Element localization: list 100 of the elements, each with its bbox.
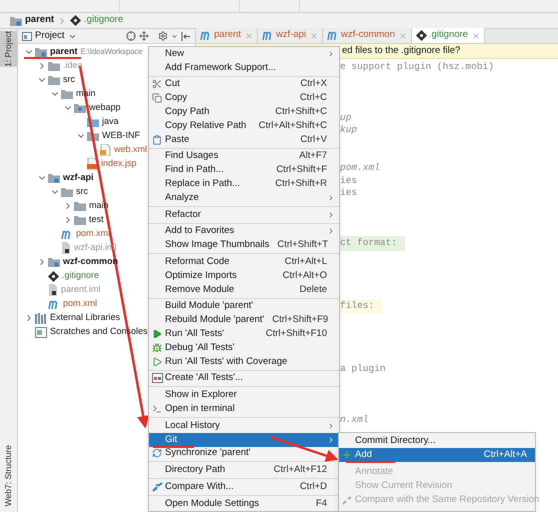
menu-item[interactable]: Refactor [149, 208, 339, 222]
menu-item[interactable]: New [149, 47, 339, 61]
gitignore-icon [416, 30, 427, 41]
menu-item[interactable]: Optimize Imports Ctrl+Alt+O [149, 268, 339, 283]
menu-item[interactable]: Rebuild Module 'parent' Ctrl+Shift+F9 [149, 313, 339, 328]
breadcrumb-item[interactable]: parent [25, 13, 54, 28]
menu-item[interactable]: Git [149, 432, 339, 447]
tool-window-tab[interactable]: 7: Structure [0, 444, 17, 489]
menu-item[interactable]: Create 'All Tests'... [149, 372, 339, 386]
tree-item[interactable]: pom.xml [76, 227, 110, 241]
menu-item[interactable]: Cut Ctrl+X [149, 78, 339, 92]
menu-item[interactable]: Copy Relative Path Ctrl+Alt+Shift+C [149, 118, 339, 133]
folder-icon [10, 16, 22, 26]
code-text: pom.xml [340, 160, 381, 175]
scissors-icon [152, 79, 162, 90]
shortcut-label: Ctrl+X [300, 77, 327, 92]
coverage-icon [152, 356, 162, 367]
folder-icon [48, 61, 60, 71]
tree-item[interactable]: java [102, 115, 119, 129]
shortcut-label: Ctrl+V [300, 132, 327, 147]
tree-item[interactable]: WEB-INF [102, 129, 140, 143]
tree-item[interactable]: .gitignore [62, 269, 100, 283]
expand-collapse-icon[interactable] [139, 31, 149, 41]
folder-icon [74, 215, 86, 225]
annotation-underline [346, 461, 395, 463]
menu-item[interactable]: Debug 'All Tests' [149, 340, 339, 355]
settings-icon[interactable] [158, 31, 168, 41]
menu-item[interactable]: Run 'All Tests' Ctrl+Shift+F10 [149, 327, 339, 341]
tree-item[interactable]: index.jsp [101, 157, 137, 171]
menu-item[interactable]: Analyze [149, 190, 339, 205]
shortcut-label: Ctrl+Shift+C [275, 104, 327, 119]
menu-item[interactable]: Add to Favorites [149, 224, 339, 238]
hide-panel-icon[interactable] [181, 32, 191, 40]
menu-item[interactable]: Directory Path Ctrl+Alt+F12 [149, 463, 339, 478]
shortcut-label: Delete [300, 282, 327, 297]
tree-item[interactable]: wzf-api [63, 171, 94, 185]
menu-item[interactable]: Reformat Code Ctrl+Alt+L [149, 255, 339, 269]
libraries-icon [35, 312, 47, 324]
shortcut-label: Ctrl+Shift+R [275, 176, 327, 191]
menu-item[interactable]: Add Ctrl+Alt+A [339, 448, 535, 462]
project-view-selector[interactable]: Project [35, 28, 65, 44]
shortcut-label: Ctrl+Alt+L [284, 254, 327, 269]
menu-item[interactable]: Remove Module Delete [149, 282, 339, 297]
folder-icon [48, 75, 60, 85]
shortcut-label: Ctrl+Alt+Shift+C [258, 118, 327, 133]
menu-item[interactable]: Local History [149, 418, 339, 433]
menu-item[interactable]: Find Usages Alt+F7 [149, 150, 339, 164]
menu-item[interactable]: Show in Explorer [149, 388, 339, 402]
breadcrumb-item[interactable]: .gitignore [84, 13, 124, 28]
shortcut-label: Ctrl+Shift+F9 [272, 313, 328, 328]
tool-window-tab[interactable]: Web [0, 488, 17, 506]
code-text: n.xml [340, 412, 370, 427]
menu-item[interactable]: Copy Path Ctrl+Shift+C [149, 105, 339, 119]
editor-tab[interactable]: parent [196, 28, 258, 43]
menu-item[interactable]: Copy Ctrl+C [149, 91, 339, 106]
menu-item[interactable]: Replace in Path... Ctrl+Shift+R [149, 177, 339, 191]
code-text: ct format: [340, 236, 406, 251]
locate-icon[interactable] [126, 31, 136, 41]
tree-item[interactable]: External Libraries [50, 311, 120, 325]
gitignore-icon [48, 270, 59, 282]
tree-item[interactable]: web.xml [114, 143, 148, 157]
menu-item[interactable]: Run 'All Tests' with Coverage [149, 354, 339, 369]
tree-item[interactable]: parent [50, 45, 78, 59]
menu-item[interactable]: Compare With... Ctrl+D [149, 480, 339, 494]
gitignore-icon [70, 15, 82, 26]
menu-item[interactable]: Open in terminal [149, 402, 339, 416]
xml-file-icon [100, 144, 111, 156]
shortcut-label: Ctrl+Shift+T [277, 238, 328, 252]
tree-item[interactable]: pom.xml [63, 297, 98, 311]
folder-icon [61, 187, 73, 197]
shortcut-label: F4 [316, 496, 327, 511]
project-path: E:\IdeaWorkspace [80, 46, 143, 58]
editor-tab[interactable]: wzf-api [258, 28, 324, 43]
tree-item[interactable]: webapp [89, 101, 121, 115]
editor-tab[interactable]: .gitignore [412, 28, 485, 43]
paste-icon [152, 134, 162, 145]
tool-window-tab[interactable]: 1: Project [0, 31, 17, 67]
menu-item[interactable]: Paste Ctrl+V [149, 132, 339, 147]
code-text: kup [340, 123, 358, 138]
menu-item[interactable]: Build Module 'parent' [149, 300, 339, 314]
menu-item[interactable]: Open Module Settings F4 [149, 496, 339, 511]
shortcut-label: Ctrl+Shift+F [276, 163, 327, 178]
tree-item[interactable]: src [63, 73, 75, 87]
tree-item[interactable]: src [76, 185, 88, 199]
tree-item[interactable]: test [89, 213, 104, 227]
shortcut-label: Ctrl+Alt+O [282, 268, 327, 283]
folder-icon [74, 201, 86, 211]
menu-item[interactable]: Synchronize 'parent' [149, 446, 339, 460]
bug-icon [152, 342, 162, 353]
folder-icon [87, 117, 99, 127]
menu-item[interactable]: Commit Directory... [339, 434, 535, 448]
editor-tab[interactable]: wzf-common [323, 28, 412, 43]
terminal-icon [152, 404, 162, 414]
menu-item[interactable]: Find in Path... Ctrl+Shift+F [149, 163, 339, 178]
menu-item[interactable]: Add Framework Support... [149, 60, 339, 75]
code-text: files: [340, 299, 382, 314]
folder-icon [48, 257, 60, 267]
code-text: ies [340, 174, 358, 188]
menu-item[interactable]: Show Image Thumbnails Ctrl+Shift+T [149, 238, 339, 252]
notification-text: ed files to the .gitignore file? [342, 44, 460, 58]
